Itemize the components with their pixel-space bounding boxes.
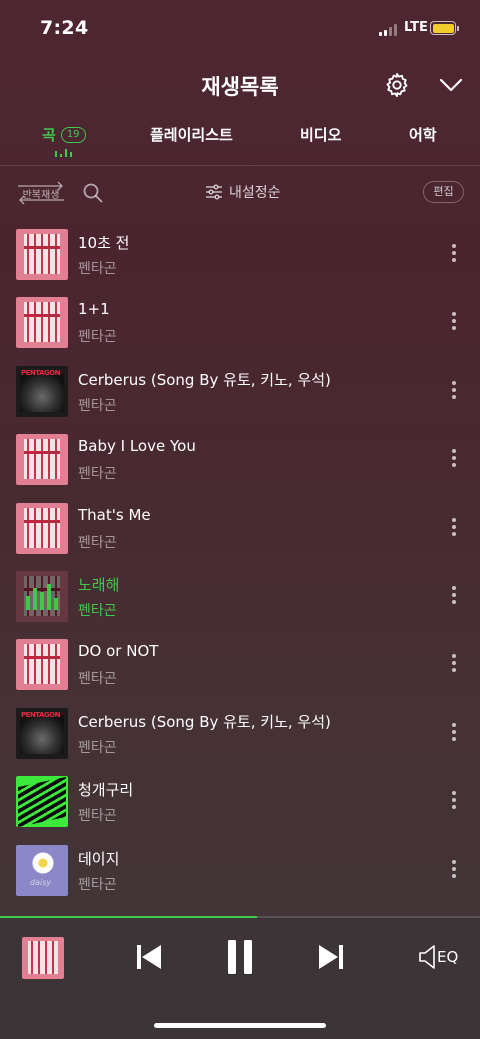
edit-button[interactable]: 편집: [423, 181, 464, 203]
status-time: 7:24: [40, 17, 89, 39]
network-label: LTE: [404, 20, 428, 35]
track-row[interactable]: 10초 전펜타곤: [0, 220, 480, 288]
track-artist: 펜타곤: [78, 603, 117, 619]
track-row[interactable]: 1+1 펜타곤: [0, 288, 480, 356]
track-title: That's Me: [78, 505, 151, 524]
track-row[interactable]: DO or NOT 펜타곤: [0, 630, 480, 698]
track-title: 노래해: [78, 576, 120, 594]
next-icon[interactable]: [316, 941, 346, 973]
album-art[interactable]: daisy: [16, 844, 68, 896]
now-playing-eq-icon: [55, 148, 72, 157]
track-artist: 펜타곤: [78, 739, 117, 756]
more-options-icon[interactable]: [446, 721, 462, 743]
progress-bar[interactable]: [0, 916, 480, 918]
tab-bar: 곡 19 플레이리스트 비디오 어학: [0, 120, 480, 164]
album-art[interactable]: [16, 776, 68, 828]
track-title: Cerberus (Song By 유토, 키노, 우석): [78, 370, 331, 389]
album-art[interactable]: [16, 639, 68, 691]
more-options-icon[interactable]: [446, 447, 462, 469]
now-playing-album-art[interactable]: [22, 937, 64, 979]
track-title: Baby I Love You: [78, 437, 196, 456]
track-row[interactable]: PENTAGON Cerberus (Song By 유토, 키노, 우석) 펜타곤: [0, 357, 480, 425]
track-title: 1+1: [78, 300, 110, 319]
gear-icon[interactable]: [383, 71, 411, 99]
more-options-icon[interactable]: [446, 516, 462, 538]
track-artist: 펜타곤: [78, 876, 117, 893]
track-artist: 펜타곤: [78, 397, 117, 414]
tab-songs[interactable]: 곡 19: [42, 124, 86, 145]
more-options-icon[interactable]: [446, 789, 462, 811]
more-options-icon[interactable]: [446, 310, 462, 332]
tab-playlist[interactable]: 플레이리스트: [150, 124, 233, 145]
signal-icon: [379, 24, 397, 36]
track-title: 청개구리: [78, 781, 134, 800]
album-art[interactable]: [16, 297, 68, 349]
more-options-icon[interactable]: [446, 858, 462, 880]
previous-icon[interactable]: [134, 941, 164, 973]
repeat-button[interactable]: 반복재생: [16, 180, 66, 205]
eq-label: EQ: [437, 948, 459, 966]
song-count-badge: 19: [60, 126, 86, 143]
speaker-icon: [419, 945, 435, 969]
more-options-icon[interactable]: [446, 379, 462, 401]
track-title: 10초 전: [78, 234, 130, 252]
progress-fill: [0, 916, 257, 918]
tab-songs-label: 곡: [42, 126, 56, 144]
track-row[interactable]: daisy 데이지펜타곤: [0, 836, 480, 904]
search-icon[interactable]: [82, 182, 104, 204]
track-artist: 펜타곤: [78, 329, 117, 346]
album-art[interactable]: [16, 434, 68, 486]
mini-player: EQ: [0, 916, 480, 1039]
sort-label: 내설정순: [229, 185, 281, 201]
battery-icon: [430, 21, 456, 35]
track-artist: 펜타곤: [78, 534, 117, 551]
chevron-down-icon[interactable]: [438, 74, 464, 96]
track-title: Cerberus (Song By 유토, 키노, 우석): [78, 712, 331, 731]
repeat-label: 반복재생: [22, 190, 60, 201]
more-options-icon[interactable]: [446, 652, 462, 674]
track-row[interactable]: 노래해펜타곤: [0, 562, 480, 630]
eq-button[interactable]: EQ: [418, 943, 458, 971]
track-row[interactable]: Baby I Love You 펜타곤: [0, 425, 480, 493]
tab-language[interactable]: 어학: [409, 124, 437, 145]
track-artist: 펜타곤: [78, 466, 117, 483]
track-row[interactable]: 청개구리펜타곤: [0, 767, 480, 835]
sort-button[interactable]: 내설정순: [205, 182, 281, 202]
track-title: DO or NOT: [78, 642, 159, 661]
album-art[interactable]: PENTAGON: [16, 365, 68, 417]
divider: [0, 165, 480, 166]
list-toolbar: 반복재생 내설정순 편집: [0, 176, 480, 210]
album-art[interactable]: PENTAGON: [16, 707, 68, 759]
track-title: 데이지: [78, 849, 120, 868]
status-bar: 7:24 LTE: [0, 0, 480, 56]
track-artist: 펜타곤: [78, 261, 117, 277]
track-row[interactable]: That's Me 펜타곤: [0, 494, 480, 562]
pause-icon[interactable]: [224, 938, 256, 976]
more-options-icon[interactable]: [446, 584, 462, 606]
track-artist: 펜타곤: [78, 808, 117, 825]
filter-sliders-icon: [206, 184, 222, 200]
track-artist: 펜타곤: [78, 671, 117, 688]
playing-eq-icon: [16, 571, 68, 622]
album-art[interactable]: [16, 502, 68, 554]
album-art[interactable]: [16, 229, 68, 280]
home-indicator[interactable]: [154, 1023, 326, 1028]
track-row[interactable]: PENTAGON Cerberus (Song By 유토, 키노, 우석) 펜타곤: [0, 699, 480, 767]
tab-video[interactable]: 비디오: [300, 124, 341, 145]
battery-cap: [457, 26, 459, 31]
more-options-icon[interactable]: [446, 242, 462, 264]
